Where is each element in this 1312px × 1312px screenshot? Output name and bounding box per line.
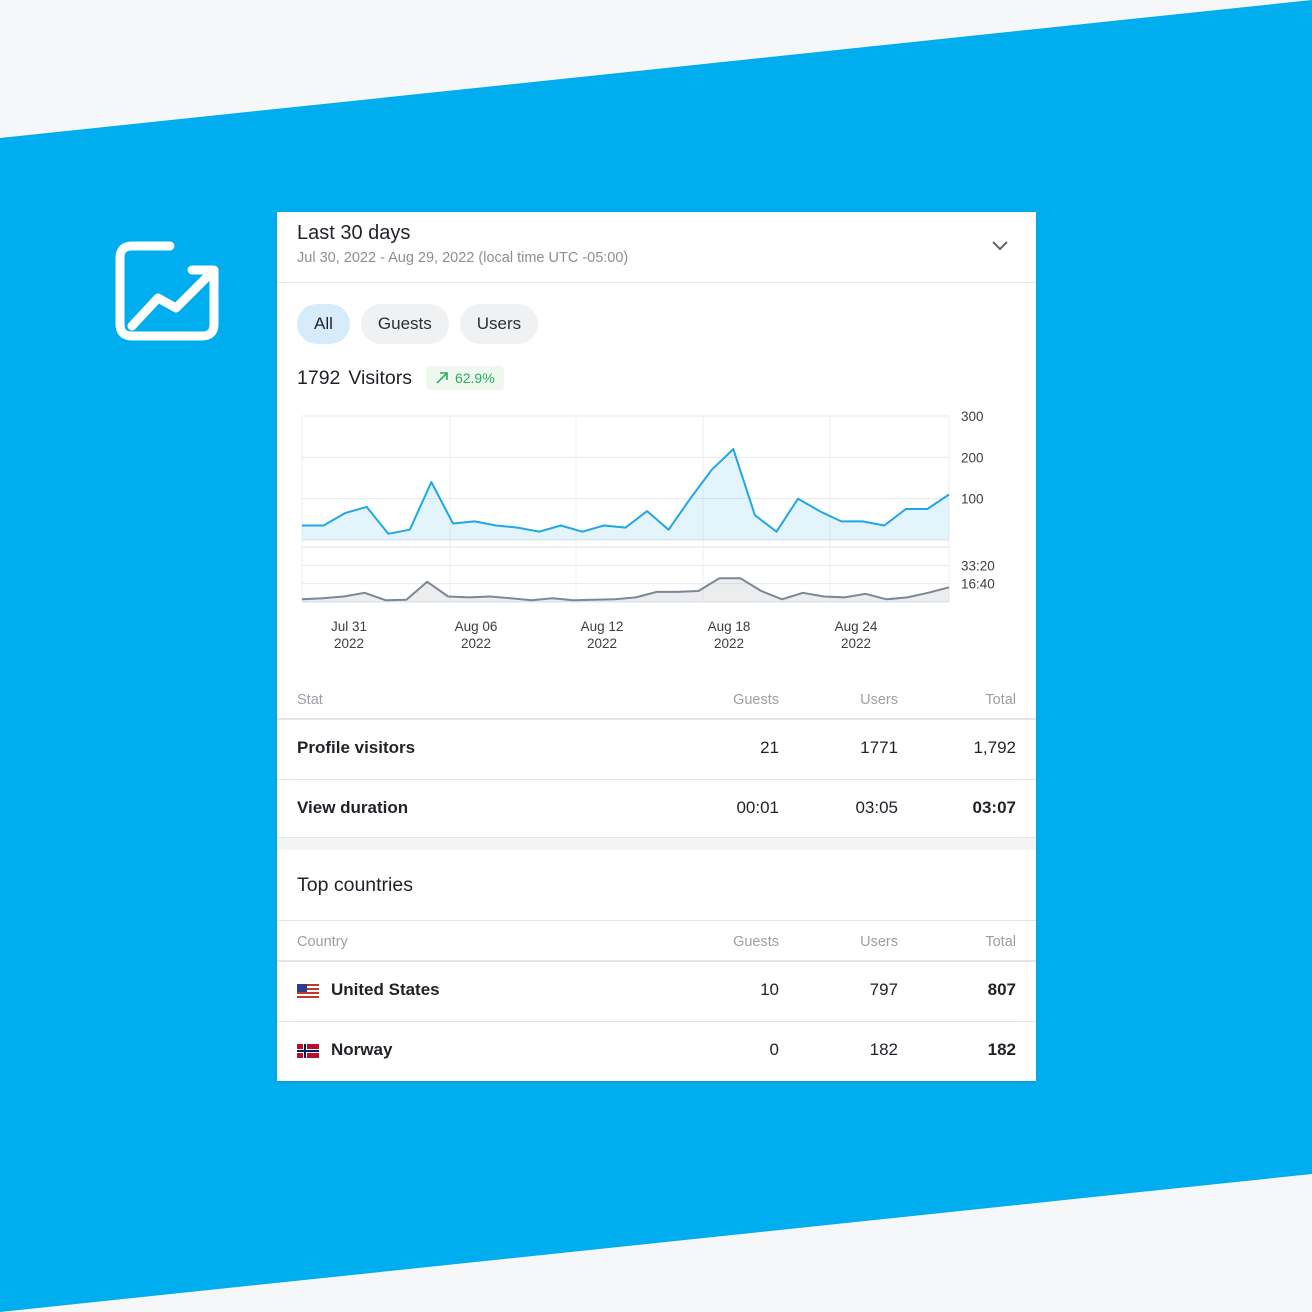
total-value: 1,792 — [973, 738, 1016, 757]
x-tick-label: Aug 06 — [455, 619, 498, 634]
x-tick-label: Aug 12 — [581, 619, 624, 634]
guests-header: Guests — [733, 692, 779, 708]
visitor-filter-tabs: All Guests Users — [297, 304, 539, 344]
country-name: United States — [331, 980, 440, 999]
top-countries-title: Top countries — [297, 874, 413, 896]
users-value: 03:05 — [855, 798, 898, 817]
guests-value: 21 — [760, 738, 779, 757]
x-tick-label: Aug 18 — [708, 619, 751, 634]
users-value: 182 — [869, 1040, 898, 1059]
total-value: 807 — [987, 980, 1016, 999]
total-header: Total — [985, 692, 1016, 708]
users-value: 797 — [869, 980, 898, 999]
country-name: Norway — [331, 1040, 393, 1059]
guests-header: Guests — [733, 934, 779, 950]
total-value: 182 — [987, 1040, 1016, 1059]
filter-guests[interactable]: Guests — [360, 304, 449, 344]
date-range-title: Last 30 days — [297, 222, 411, 244]
total-header: Total — [985, 934, 1016, 950]
visitors-count: 1792 — [297, 366, 341, 389]
x-tick-label: Jul 31 — [331, 619, 367, 634]
trend-up-arrow-icon — [436, 372, 448, 384]
y-tick-label: 16:40 — [961, 577, 995, 592]
date-range-header[interactable]: Last 30 days Jul 30, 2022 - Aug 29, 2022… — [277, 212, 1036, 283]
y-tick-label: 200 — [961, 450, 984, 465]
guests-value: 00:01 — [736, 798, 779, 817]
x-tick-label: 2022 — [334, 636, 364, 651]
stat-header: Stat — [297, 692, 323, 708]
trend-badge: 62.9% — [425, 366, 504, 390]
filter-all[interactable]: All — [297, 304, 350, 344]
trend-value: 62.9% — [454, 370, 495, 386]
x-tick-label: Aug 24 — [835, 619, 878, 634]
stat-name: View duration — [297, 798, 409, 817]
visitors-summary: 1792 Visitors 62.9% — [297, 366, 504, 390]
date-range-subtitle: Jul 30, 2022 - Aug 29, 2022 (local time … — [297, 250, 629, 266]
users-value: 1771 — [860, 738, 898, 757]
us-flag-icon — [297, 983, 319, 998]
users-header: Users — [860, 692, 898, 708]
divider — [277, 920, 1036, 921]
x-tick-label: 2022 — [841, 636, 871, 651]
section-separator — [277, 838, 1036, 850]
y-tick-label: 100 — [961, 492, 984, 507]
y-tick-label: 300 — [961, 409, 984, 424]
visitors-label: Visitors — [348, 366, 412, 389]
series-line — [302, 448, 950, 535]
x-tick-label: 2022 — [714, 636, 744, 651]
total-value: 03:07 — [972, 798, 1016, 817]
country-header: Country — [297, 934, 348, 950]
x-tick-label: 2022 — [461, 636, 491, 651]
visitors-chart: 100 200 300 16:40 33:20 Jul 31 2022 Aug 06 2022 A… — [301, 409, 995, 651]
guests-value: 0 — [769, 1040, 779, 1059]
analytics-panel: Last 30 days Jul 30, 2022 - Aug 29, 2022… — [277, 212, 1036, 1081]
stat-name: Profile visitors — [297, 738, 416, 757]
divider — [277, 1021, 1036, 1022]
guests-value: 10 — [760, 980, 779, 999]
divider — [277, 718, 1036, 720]
chevron-down-icon[interactable] — [990, 236, 1010, 256]
analytics-chart-icon — [110, 236, 230, 348]
series-line — [301, 577, 950, 602]
x-tick-label: 2022 — [587, 636, 617, 651]
y-tick-label: 33:20 — [961, 558, 995, 573]
divider — [277, 960, 1036, 962]
divider — [277, 779, 1036, 780]
users-header: Users — [860, 934, 898, 950]
norway-flag-icon — [297, 1043, 319, 1058]
filter-users[interactable]: Users — [459, 304, 539, 344]
